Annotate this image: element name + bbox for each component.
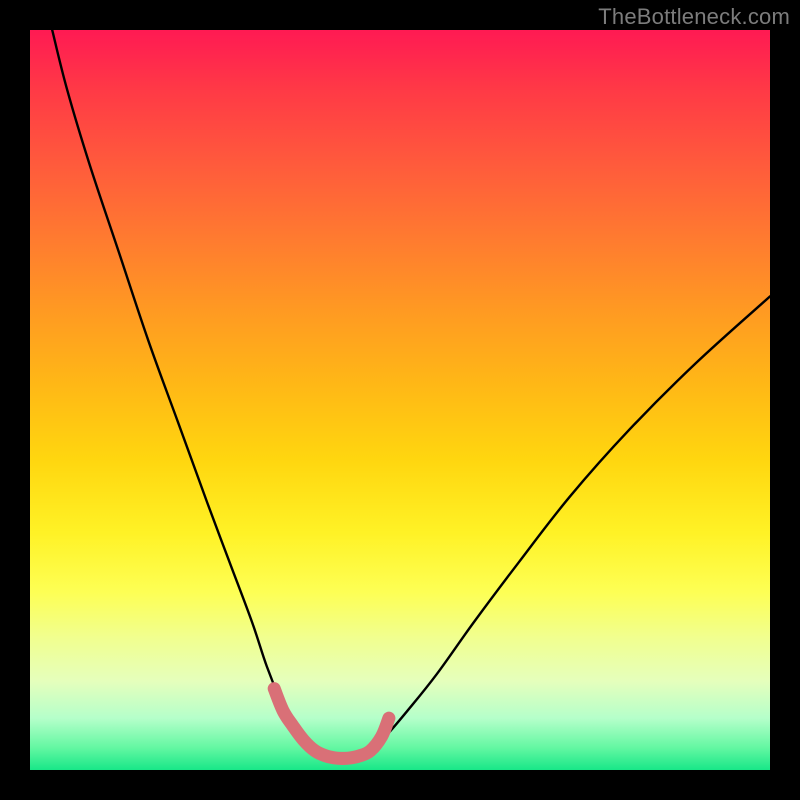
bottleneck-curve-path bbox=[52, 30, 770, 758]
chart-frame: TheBottleneck.com bbox=[0, 0, 800, 800]
chart-svg bbox=[30, 30, 770, 770]
sweet-spot-path bbox=[274, 689, 389, 759]
chart-plot-area bbox=[30, 30, 770, 770]
watermark-text: TheBottleneck.com bbox=[598, 4, 790, 30]
